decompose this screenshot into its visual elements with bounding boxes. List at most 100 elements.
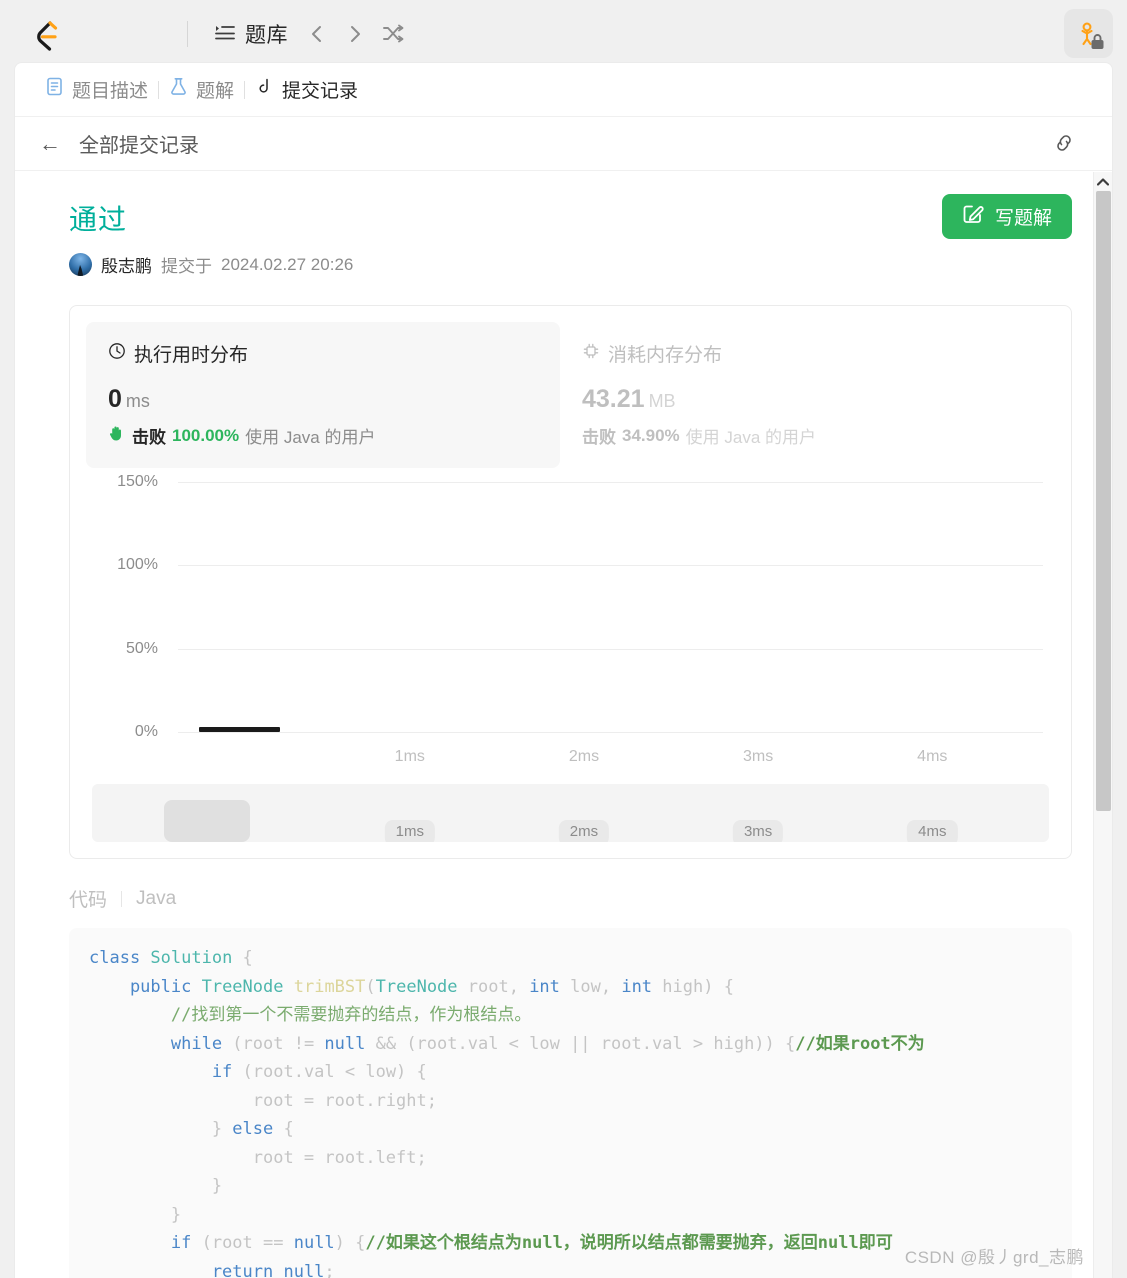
code-token: (root !=: [222, 1033, 325, 1054]
code-token: public: [89, 976, 202, 997]
code-token: ;: [324, 1261, 335, 1278]
tab-submissions-label: 提交记录: [282, 81, 359, 102]
stats-card: 执行用时分布 0 ms 击败 100.00% 使用 Java 的用户 消耗内存分…: [69, 305, 1072, 859]
code-line: //找到第一个不需要抛弃的结点，作为根结点。: [89, 1001, 1052, 1030]
code-token: //如果这个根结点为null，说明所以结点都需要抛弃，返回null即可: [365, 1233, 893, 1253]
tab-solutions[interactable]: 题解: [159, 72, 244, 107]
main-panel: 题目描述 题解 提交记录 ← 全部提交记录 通过 殷志鹏 提交于 2024.02…: [14, 62, 1113, 1278]
runtime-distribution-chart[interactable]: 0% 50% 100% 150% 1ms 2ms 3ms 4ms: [92, 473, 1049, 774]
tab-description-label: 题目描述: [72, 81, 149, 102]
wave-hand-icon: [108, 424, 126, 447]
chart-x-tick-label: 2ms: [568, 748, 600, 765]
code-token: trimBST: [293, 976, 366, 997]
nav-next-button[interactable]: [338, 17, 372, 51]
chart-x-tick-label: 4ms: [917, 748, 948, 765]
header-divider: [187, 21, 188, 47]
chart-bar[interactable]: [198, 727, 281, 732]
memory-unit: MB: [648, 391, 676, 411]
code-token: return: [89, 1261, 284, 1278]
code-language-label[interactable]: Java: [136, 888, 176, 910]
code-section-label: 代码: [69, 890, 108, 911]
chart-brush-tick-chip: 1ms: [384, 820, 435, 842]
code-token: ) {: [334, 1233, 366, 1253]
memory-beat-row: 击败 34.90% 使用 Java 的用户: [582, 423, 1033, 448]
code-token: while: [89, 1033, 223, 1054]
chart-brush-tick-chip: 3ms: [732, 820, 784, 842]
leetcode-logo[interactable]: [28, 17, 62, 51]
memory-beat-label: 击败: [582, 428, 616, 447]
chevron-up-icon[interactable]: [1094, 172, 1112, 191]
tab-bar: 题目描述 题解 提交记录: [15, 63, 1112, 117]
chart-y-tick-label: 0%: [134, 723, 158, 740]
nav-item-problemset[interactable]: 题库: [206, 14, 296, 54]
code-token: if: [89, 1233, 192, 1253]
code-line: if (root == null) {//如果这个根结点为null，说明所以结点…: [89, 1229, 1052, 1258]
runtime-value-row: 0 ms: [108, 385, 538, 414]
memory-stat-title-row: 消耗内存分布: [582, 340, 1033, 367]
chart-brush-selection[interactable]: [163, 800, 250, 842]
runtime-stat-card[interactable]: 执行用时分布 0 ms 击败 100.00% 使用 Java 的用户: [86, 322, 560, 468]
code-token: TreeNode: [201, 976, 284, 997]
runtime-stat-title: 执行用时分布: [134, 345, 249, 366]
chart-brush-minimap[interactable]: 1ms 2ms 3ms 4ms: [92, 784, 1049, 842]
vertical-scrollbar[interactable]: [1093, 172, 1112, 1278]
tab-submissions[interactable]: 提交记录: [245, 72, 368, 107]
avatar: [69, 253, 92, 276]
code-token: TreeNode: [375, 976, 458, 997]
nav-prev-button[interactable]: [300, 17, 334, 51]
code-token: {: [273, 1119, 294, 1139]
memory-value: 43.21: [582, 385, 645, 413]
code-token: && (root.val < low || root.val > high)) …: [365, 1033, 796, 1054]
clock-icon: [108, 342, 126, 366]
code-block[interactable]: class Solution { public TreeNode trimBST…: [69, 928, 1072, 1278]
write-solution-label: 写题解: [994, 208, 1052, 229]
submitted-prefix: 提交于: [161, 257, 212, 276]
arrow-left-icon[interactable]: ←: [39, 132, 61, 155]
code-token: class: [89, 948, 151, 968]
all-submissions-link[interactable]: 全部提交记录: [79, 129, 199, 158]
submitted-timestamp: 2024.02.27 20:26: [221, 254, 354, 274]
code-line: }: [89, 1201, 1052, 1230]
memory-stat-card[interactable]: 消耗内存分布 43.21 MB 击败 34.90% 使用 Java 的用户: [560, 322, 1055, 468]
code-token: (root ==: [191, 1233, 294, 1253]
code-token: high) {: [652, 976, 734, 997]
user-avatar-button[interactable]: [1064, 9, 1113, 58]
code-line: }: [89, 1172, 1052, 1201]
code-token: (root.val < low) {: [232, 1062, 427, 1082]
code-token: int: [621, 976, 653, 997]
code-token: root = root.right;: [89, 1090, 437, 1111]
chart-y-tick-label: 50%: [125, 639, 158, 657]
link-icon[interactable]: [1052, 131, 1076, 160]
tab-description[interactable]: 题目描述: [35, 72, 158, 107]
nav-shuffle-button[interactable]: [376, 17, 410, 51]
submitter-name[interactable]: 殷志鹏: [101, 252, 152, 277]
write-solution-button[interactable]: 写题解: [941, 194, 1072, 239]
tab-solutions-label: 题解: [196, 81, 235, 102]
runtime-beat-label: 击败: [132, 428, 166, 447]
code-line: if (root.val < low) {: [89, 1058, 1052, 1087]
code-line: class Solution {: [89, 944, 1052, 973]
code-token: root,: [457, 976, 530, 997]
submission-icon: [255, 77, 274, 102]
header-nav: 题库: [206, 14, 410, 54]
runtime-beat-row: 击败 100.00% 使用 Java 的用户: [108, 423, 538, 448]
chart-x-tick-label: 3ms: [743, 748, 774, 765]
submission-content: 通过 殷志鹏 提交于 2024.02.27 20:26 写题解 执行用时分布 0…: [15, 172, 1112, 1278]
code-line: return null;: [89, 1258, 1052, 1278]
chart-brush-tick-chip: 2ms: [558, 820, 610, 842]
submission-status-row: 通过 殷志鹏 提交于 2024.02.27 20:26 写题解: [69, 194, 1072, 277]
code-token: //如果root不为: [795, 1033, 925, 1054]
scrollbar-thumb[interactable]: [1096, 191, 1111, 811]
code-token: if: [89, 1062, 233, 1082]
runtime-value: 0: [108, 385, 122, 413]
code-token: null: [293, 1233, 335, 1253]
code-section-header: 代码 Java: [69, 885, 1072, 912]
chart-x-tick-label: 1ms: [394, 748, 425, 765]
code-token: int: [529, 976, 560, 997]
submitter-row: 殷志鹏 提交于 2024.02.27 20:26: [69, 252, 1072, 277]
list-icon: [214, 21, 236, 48]
status-badge: 通过: [69, 204, 128, 235]
nav-item-problemset-label: 题库: [245, 24, 288, 47]
code-token: (: [365, 976, 376, 997]
